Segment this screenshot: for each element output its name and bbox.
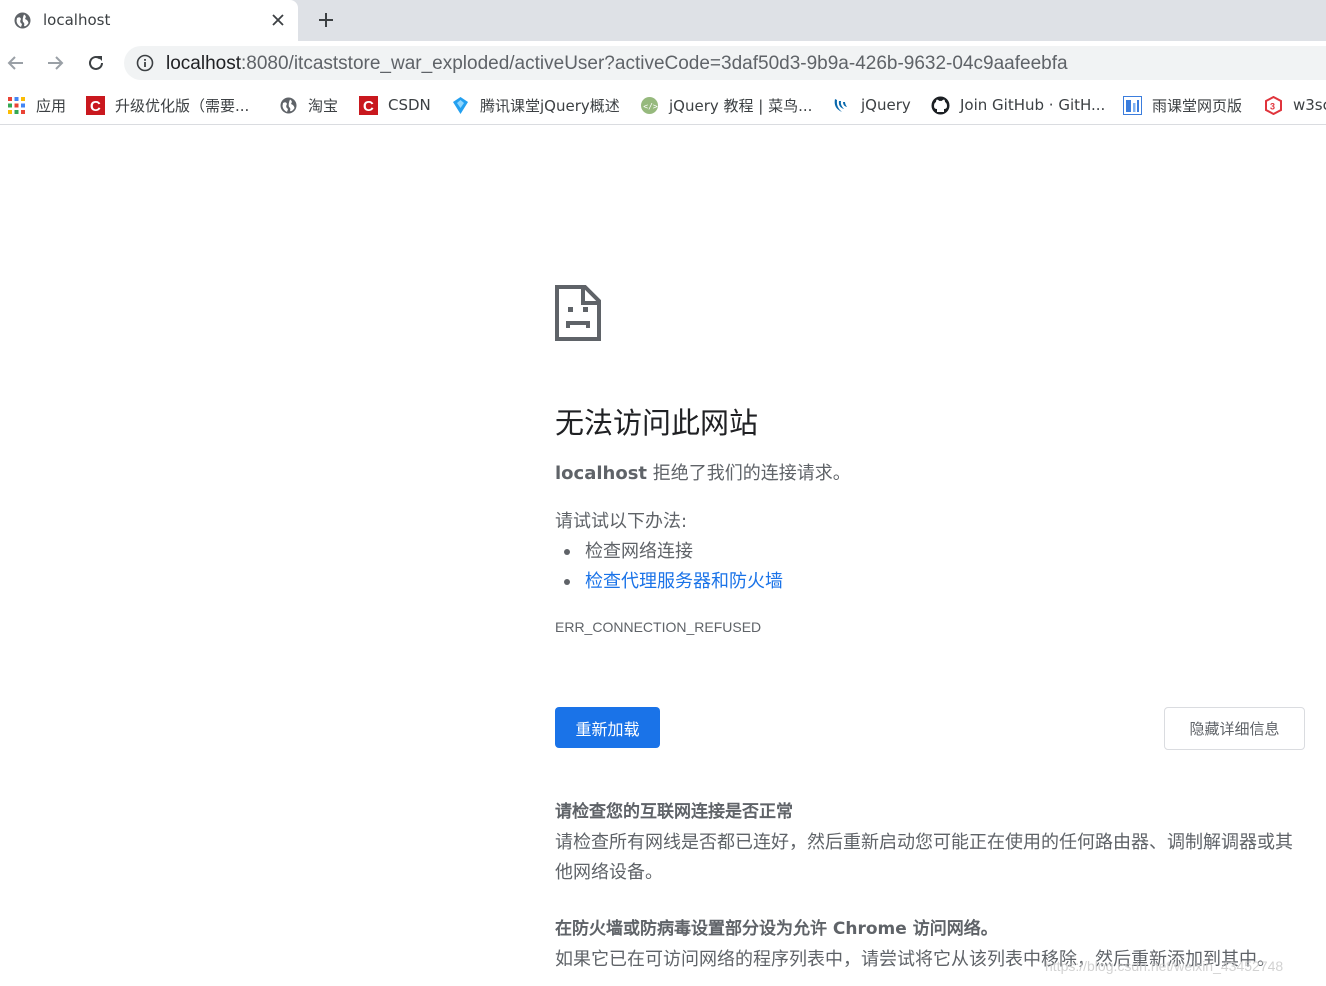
new-tab-icon[interactable] [313, 7, 339, 33]
bookmark-tencent-jquery[interactable]: 腾讯课堂jQuery概述 [451, 94, 620, 116]
svg-text:3: 3 [1270, 101, 1275, 111]
globe-icon [13, 11, 32, 30]
detail-text-internet: 请检查所有网线是否都已连好，然后重新启动您可能正在使用的任何路由器、调制解调器或… [555, 832, 1293, 883]
tab-title: localhost [43, 11, 111, 29]
tencent-classroom-icon [451, 96, 470, 115]
bookmark-label: CSDN [388, 96, 431, 114]
check-proxy-link[interactable]: 检查代理服务器和防火墙 [585, 571, 783, 592]
bookmark-upgrade[interactable]: C 升级优化版（需要... [86, 94, 249, 116]
toolbar: localhost:8080/itcaststore_war_exploded/… [0, 41, 1326, 84]
forward-arrow-icon[interactable] [42, 50, 68, 76]
w3school-icon: 3 [1264, 95, 1283, 115]
bookmark-apps[interactable]: 应用 [7, 94, 66, 116]
back-arrow-icon[interactable] [3, 50, 29, 76]
close-tab-icon[interactable] [266, 8, 290, 32]
bookmark-label: 淘宝 [308, 96, 339, 115]
bookmark-runoob-jquery[interactable]: </> jQuery 教程 | 菜鸟... [640, 94, 812, 116]
detail-heading-firewall: 在防火墙或防病毒设置部分设为允许 Chrome 访问网络。 [555, 919, 998, 939]
apps-grid-icon [7, 96, 26, 115]
url-text[interactable]: localhost:8080/itcaststore_war_exploded/… [166, 53, 1068, 75]
rain-classroom-icon [1123, 95, 1142, 115]
bookmark-jquery[interactable]: jQuery [832, 94, 911, 116]
tab-strip: localhost [0, 0, 1326, 41]
csdn-icon: C [86, 95, 105, 115]
detail-heading-internet: 请检查您的互联网连接是否正常 [555, 802, 793, 822]
globe-icon [279, 96, 298, 115]
svg-text:C: C [90, 98, 101, 115]
bookmark-label: 升级优化版（需要... [115, 96, 250, 115]
url-host: localhost [166, 53, 241, 74]
bookmark-rain-classroom[interactable]: 雨课堂网页版 [1123, 94, 1242, 116]
suggestion-check-network: 检查网络连接 [564, 537, 783, 567]
error-title: 无法访问此网站 [555, 406, 759, 440]
svg-text:C: C [363, 98, 374, 115]
bookmark-github[interactable]: Join GitHub · GitH... [931, 94, 1105, 116]
github-icon [931, 96, 950, 115]
sad-document-icon [555, 285, 601, 341]
info-icon[interactable] [136, 54, 154, 72]
reload-button[interactable]: 重新加载 [555, 707, 660, 748]
bookmarks-bar: 应用 C 升级优化版（需要... 淘宝 C CSDN 腾讯课堂jQuery概述 … [0, 84, 1326, 125]
csdn-icon: C [359, 95, 378, 115]
address-bar[interactable]: localhost:8080/itcaststore_war_exploded/… [124, 46, 1326, 80]
bookmark-label: jQuery [861, 96, 911, 114]
try-label: 请试试以下办法: [555, 511, 688, 532]
jquery-icon [832, 96, 851, 115]
bookmark-label: 应用 [36, 96, 67, 115]
bookmark-label: w3sc [1293, 96, 1326, 114]
error-code: ERR_CONNECTION_REFUSED [555, 619, 762, 635]
error-host: localhost [555, 463, 648, 484]
bookmark-label: 雨课堂网页版 [1152, 96, 1243, 115]
svg-text:</>: </> [643, 102, 658, 111]
suggestions-list: 检查网络连接 检查代理服务器和防火墙 [564, 537, 783, 597]
reload-icon[interactable] [83, 50, 109, 76]
error-summary: localhost 拒绝了我们的连接请求。 [555, 459, 851, 485]
tab-localhost[interactable]: localhost [0, 0, 298, 41]
watermark: https://blog.csdn.net/weixin_43452748 [1045, 958, 1284, 974]
bookmark-taobao[interactable]: 淘宝 [279, 94, 338, 116]
bookmark-w3school[interactable]: 3 w3sc [1264, 94, 1326, 116]
bookmark-label: Join GitHub · GitH... [960, 96, 1106, 114]
runoob-icon: </> [640, 96, 659, 115]
hide-details-button[interactable]: 隐藏详细信息 [1164, 707, 1305, 750]
suggestion-check-proxy: 检查代理服务器和防火墙 [564, 567, 783, 597]
bookmark-csdn[interactable]: C CSDN [359, 94, 431, 116]
url-path: :8080/itcaststore_war_exploded/activeUse… [241, 53, 1068, 74]
bookmark-label: jQuery 教程 | 菜鸟... [669, 96, 813, 115]
error-summary-text: 拒绝了我们的连接请求。 [647, 463, 851, 484]
bookmark-label: 腾讯课堂jQuery概述 [480, 96, 620, 115]
